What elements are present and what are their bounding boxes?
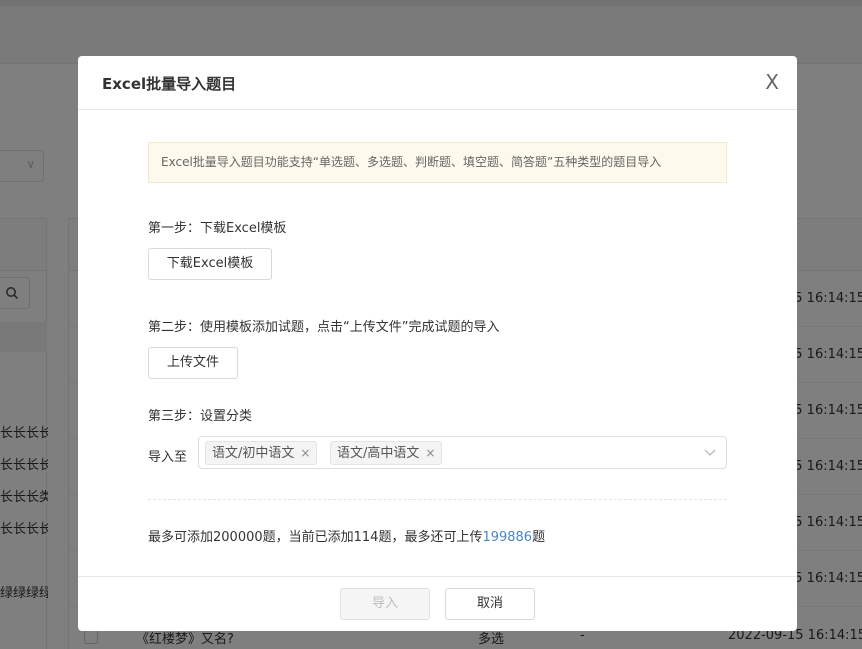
quota-suffix: 题 <box>532 530 546 545</box>
tag-close-icon[interactable]: × <box>300 446 310 460</box>
tag-label: 语文/初中语文 <box>212 446 295 461</box>
dialog-header: Excel批量导入题目 X <box>78 56 797 110</box>
quota-remaining: 199886 <box>482 530 533 545</box>
chevron-down-icon[interactable] <box>704 443 716 467</box>
category-tag: 语文/高中语文 × <box>330 441 443 465</box>
download-template-button[interactable]: 下载Excel模板 <box>148 248 272 280</box>
cancel-button[interactable]: 取消 <box>445 588 535 620</box>
category-tag: 语文/初中语文 × <box>205 441 318 465</box>
step1-label: 第一步：下载Excel模板 <box>148 221 287 236</box>
close-icon[interactable]: X <box>765 70 779 94</box>
import-button[interactable]: 导入 <box>340 588 430 620</box>
excel-import-dialog: Excel批量导入题目 X Excel批量导入题目功能支持“单选题、多选题、判断… <box>78 56 797 631</box>
category-multi-select[interactable]: 语文/初中语文 × 语文/高中语文 × <box>198 436 727 469</box>
import-notice: Excel批量导入题目功能支持“单选题、多选题、判断题、填空题、简答题”五种类型… <box>148 142 727 183</box>
tag-close-icon[interactable]: × <box>425 446 435 460</box>
upload-file-button[interactable]: 上传文件 <box>148 347 238 379</box>
dialog-footer: 导入 取消 <box>78 576 797 631</box>
tag-label: 语文/高中语文 <box>337 446 420 461</box>
section-divider <box>148 499 727 500</box>
step3-label: 第三步：设置分类 <box>148 409 253 424</box>
import-to-label: 导入至 <box>148 450 188 465</box>
step2-label: 第二步：使用模板添加试题，点击“上传文件”完成试题的导入 <box>148 320 500 335</box>
dialog-title: Excel批量导入题目 <box>102 75 237 93</box>
quota-info: 最多可添加200000题，当前已添加114题，最多还可上传199886题 <box>148 526 545 545</box>
quota-prefix: 最多可添加200000题，当前已添加114题，最多还可上传 <box>148 530 483 545</box>
